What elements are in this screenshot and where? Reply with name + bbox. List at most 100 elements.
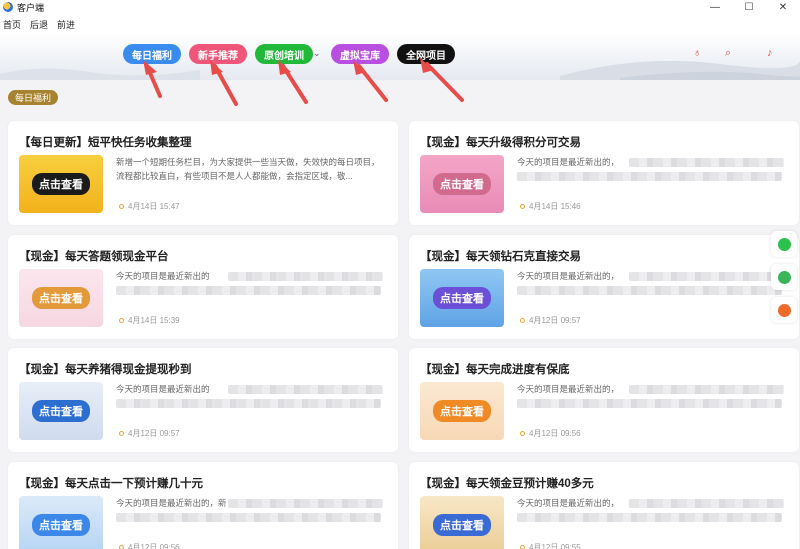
clock-icon <box>520 318 525 323</box>
bell-icon[interactable]: ♪ <box>767 47 773 59</box>
blurred-text <box>629 385 784 394</box>
project-card[interactable]: 【现金】每天领钻石克直接交易 点击查看 今天的项目是最近新出的， 4月12日 09:5… <box>409 235 799 339</box>
share-button[interactable] <box>771 264 797 290</box>
maximize-button[interactable]: ☐ <box>732 0 766 14</box>
thumbnail-label: 点击查看 <box>433 287 491 309</box>
card-title[interactable]: 【每日更新】短平快任务收集整理 <box>19 134 192 150</box>
blurred-text <box>228 272 383 281</box>
card-description: 新增一个短期任务栏目，为大家提供一些当天做，失效快的每日项目，流程都比较直白，有… <box>116 157 380 181</box>
weibo-button[interactable] <box>771 297 797 323</box>
blurred-text <box>629 272 784 281</box>
card-date: 4月12日 09:56 <box>520 428 581 439</box>
wechat-button[interactable] <box>771 231 797 257</box>
card-date: 4月14日 15:46 <box>520 201 581 212</box>
date-text: 4月12日 09:57 <box>128 429 180 438</box>
project-card[interactable]: 【现金】每天答题领现金平台 点击查看 今天的项目是最近新出的 4月14日 15:39 <box>8 235 398 339</box>
date-text: 4月12日 09:56 <box>128 543 180 549</box>
card-title[interactable]: 【现金】每天领钻石克直接交易 <box>420 248 581 264</box>
card-title[interactable]: 【现金】每天完成进度有保底 <box>420 361 570 377</box>
card-thumbnail[interactable]: 点击查看 <box>19 382 103 440</box>
blurred-text <box>116 286 381 295</box>
section-badge: 每日福利 <box>8 90 59 105</box>
nav-original-training[interactable]: 原创培训 <box>255 44 313 64</box>
nav-all-projects[interactable]: 全网项目 <box>397 44 455 64</box>
nav-label: 原创培训 <box>264 50 304 62</box>
date-text: 4月14日 15:39 <box>128 316 180 325</box>
card-title[interactable]: 【现金】每天升级得积分可交易 <box>420 134 581 150</box>
clock-icon <box>119 545 124 549</box>
date-text: 4月14日 15:47 <box>128 202 180 211</box>
nav-virtual-treasury[interactable]: 虚拟宝库 <box>331 44 389 64</box>
clock-icon <box>119 318 124 323</box>
card-title[interactable]: 【现金】每天答题领现金平台 <box>19 248 169 264</box>
thumbnail-label: 点击查看 <box>32 173 90 195</box>
nav-label: 新手推荐 <box>198 50 238 62</box>
share-icon <box>777 270 791 284</box>
nav-label: 虚拟宝库 <box>340 50 380 62</box>
thumbnail-label: 点击查看 <box>433 400 491 422</box>
blurred-text <box>228 385 383 394</box>
date-text: 4月14日 15:46 <box>529 202 581 211</box>
nav-daily-welfare[interactable]: 每日福利 <box>123 44 181 64</box>
minimize-button[interactable]: — <box>698 0 732 14</box>
card-date: 4月12日 09:56 <box>119 542 180 549</box>
card-thumbnail[interactable]: 点击查看 <box>420 155 504 213</box>
award-icon[interactable]: ♁ <box>693 47 701 59</box>
card-date: 4月12日 09:57 <box>520 315 581 326</box>
nav-newbie-recommend[interactable]: 新手推荐 <box>189 44 247 64</box>
card-thumbnail[interactable]: 点击查看 <box>19 155 103 213</box>
menu-forward[interactable]: 前进 <box>57 18 75 31</box>
project-card[interactable]: 【现金】每天点击一下预计赚几十元 点击查看 今天的项目是最近新出的，新 4月12日 0… <box>8 462 398 549</box>
clock-icon <box>119 431 124 436</box>
window-controls: — ☐ ✕ <box>698 0 800 14</box>
nav-label: 每日福利 <box>132 50 172 62</box>
card-date: 4月12日 09:57 <box>119 428 180 439</box>
project-card[interactable]: 【现金】每天升级得积分可交易 点击查看 今天的项目是最近新出的， 4月14日 15:4… <box>409 121 799 225</box>
nav-label: 全网项目 <box>406 50 446 62</box>
wechat-icon <box>777 237 791 251</box>
search-icon[interactable]: ⌕ <box>725 47 731 60</box>
clock-icon <box>520 204 525 209</box>
thumbnail-label: 点击查看 <box>32 400 90 422</box>
card-thumbnail[interactable]: 点击查看 <box>19 269 103 327</box>
card-date: 4月12日 09:55 <box>520 542 581 549</box>
card-title[interactable]: 【现金】每天领金豆预计赚40多元 <box>420 475 594 491</box>
app-title: 客户端 <box>17 2 45 13</box>
card-thumbnail[interactable]: 点击查看 <box>420 269 504 327</box>
clock-icon <box>119 204 124 209</box>
card-thumbnail[interactable]: 点击查看 <box>19 496 103 549</box>
title-bar: 客户端 — ☐ ✕ <box>0 0 800 14</box>
card-thumbnail[interactable]: 点击查看 <box>420 496 504 549</box>
date-text: 4月12日 09:57 <box>529 316 581 325</box>
card-title[interactable]: 【现金】每天养猪得现金提现秒到 <box>19 361 192 377</box>
date-text: 4月12日 09:55 <box>529 543 581 549</box>
blurred-text <box>116 513 381 522</box>
clock-icon <box>520 545 525 549</box>
header: 每日福利 新手推荐 原创培训 ⌄ 虚拟宝库 全网项目 ♁ ⌕ ♪ <box>0 34 800 80</box>
thumbnail-label: 点击查看 <box>32 514 90 536</box>
card-thumbnail[interactable]: 点击查看 <box>420 382 504 440</box>
project-card[interactable]: 【现金】每天完成进度有保底 点击查看 今天的项目是最近新出的， 4月12日 09:56 <box>409 348 799 452</box>
date-text: 4月12日 09:56 <box>529 429 581 438</box>
blurred-text <box>228 499 383 508</box>
chevron-down-icon[interactable]: ⌄ <box>313 48 321 59</box>
card-date: 4月14日 15:39 <box>119 315 180 326</box>
project-card[interactable]: 【现金】每天养猪得现金提现秒到 点击查看 今天的项目是最近新出的 4月12日 09:5… <box>8 348 398 452</box>
project-card[interactable]: 【现金】每天领金豆预计赚40多元 点击查看 今天的项目是最近新出的， 4月12日 09… <box>409 462 799 549</box>
thumbnail-label: 点击查看 <box>32 287 90 309</box>
menu-home[interactable]: 首页 <box>3 18 21 31</box>
weibo-icon <box>777 303 791 317</box>
menu-bar: 首页 后退 前进 <box>0 14 800 34</box>
thumbnail-label: 点击查看 <box>433 173 491 195</box>
blurred-text <box>517 513 782 522</box>
close-button[interactable]: ✕ <box>766 0 800 14</box>
blurred-text <box>629 499 784 508</box>
project-card[interactable]: 【每日更新】短平快任务收集整理点击查看 新增一个短期任务栏目，为大家提供一些当天做… <box>8 121 398 225</box>
app-logo-icon <box>3 2 13 12</box>
blurred-text <box>517 286 782 295</box>
menu-back[interactable]: 后退 <box>30 18 48 31</box>
blurred-text <box>116 399 381 408</box>
card-title[interactable]: 【现金】每天点击一下预计赚几十元 <box>19 475 203 491</box>
clock-icon <box>520 431 525 436</box>
blurred-text <box>517 399 782 408</box>
